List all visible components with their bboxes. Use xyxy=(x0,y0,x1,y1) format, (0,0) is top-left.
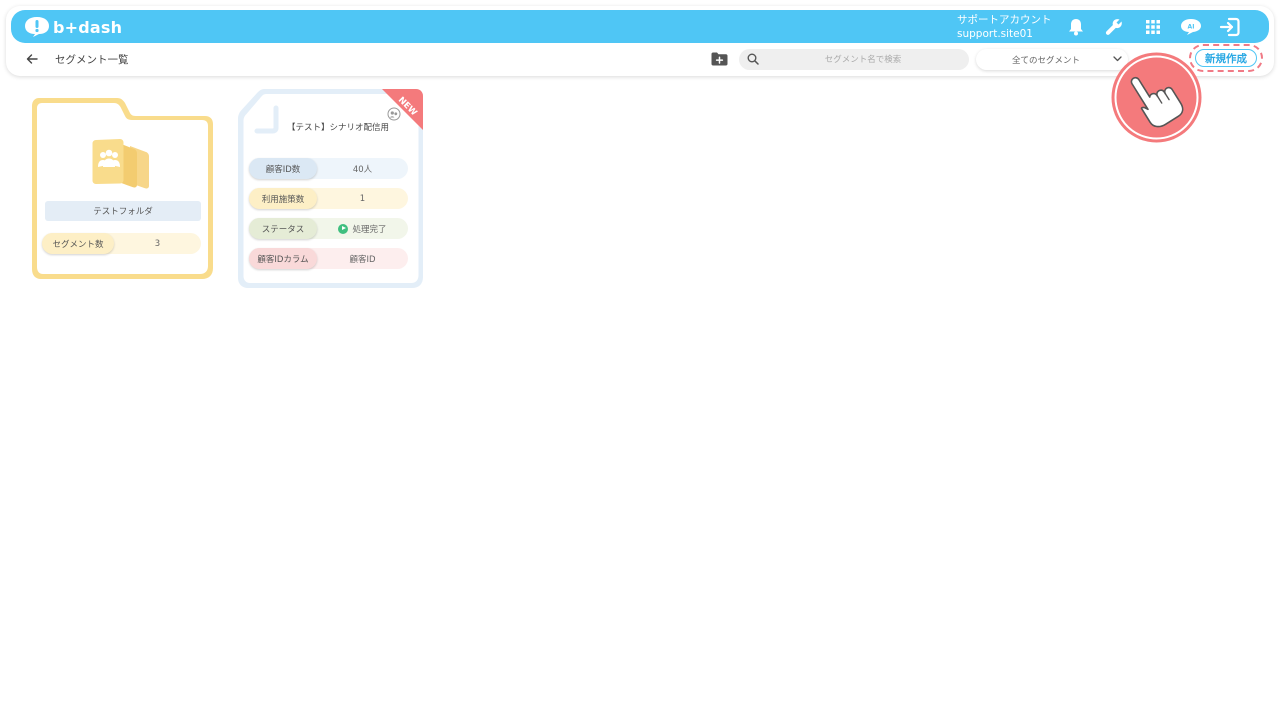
logo-bubble-icon xyxy=(25,17,49,37)
logo-text: b+dash xyxy=(53,17,123,37)
svg-text:AI: AI xyxy=(1188,24,1195,31)
folder-card[interactable] xyxy=(29,94,217,284)
segment-row-status: ステータス 処理完了 xyxy=(249,218,408,239)
segment-row-label: 利用施策数 xyxy=(249,188,317,209)
chat-icon[interactable]: AI xyxy=(1180,16,1202,38)
search-input[interactable] xyxy=(765,51,961,68)
add-folder-icon[interactable] xyxy=(711,52,728,66)
account-name: サポートアカウント xyxy=(957,14,1052,26)
segment-row-value: 40人 xyxy=(352,164,373,175)
folder-segment-count-row: セグメント数 3 xyxy=(42,233,201,254)
logo[interactable]: b+dash xyxy=(24,15,122,39)
segment-row-id-column: 顧客IDカラム 顧客ID xyxy=(249,248,408,269)
segment-row-value: 顧客ID xyxy=(349,254,376,265)
folder-stat-label: セグメント数 xyxy=(42,233,114,254)
account-id: support.site01 xyxy=(957,28,1033,40)
new-create-button[interactable]: 新規作成 xyxy=(1195,49,1257,67)
folder-stat-value: 3 xyxy=(154,238,161,249)
back-arrow-icon[interactable] xyxy=(26,53,38,65)
account-info[interactable]: サポートアカウント support.site01 xyxy=(957,13,1052,41)
page-title: セグメント一覧 xyxy=(55,54,129,66)
pointing-hand-icon xyxy=(1111,52,1202,143)
wrench-icon[interactable] xyxy=(1103,16,1125,38)
segment-filter-value: 全てのセグメント xyxy=(1011,56,1080,66)
segment-title: 【テスト】シナリオ配信用 xyxy=(287,123,390,133)
top-bar: b+dash サポートアカウント support.site01 AI xyxy=(11,10,1269,43)
play-icon xyxy=(338,223,349,234)
apps-grid-icon[interactable] xyxy=(1142,16,1164,38)
scenario-icon xyxy=(387,107,401,121)
folder-name: テストフォルダ xyxy=(45,201,201,221)
segment-row-label: 顧客IDカラム xyxy=(249,248,317,269)
segment-status: 処理完了 xyxy=(317,223,408,235)
bell-icon[interactable] xyxy=(1065,16,1087,38)
segment-row-campaign-count: 利用施策数 1 xyxy=(249,188,408,209)
segment-status-text: 処理完了 xyxy=(352,224,387,235)
segment-row-customer-count: 顧客ID数 40人 xyxy=(249,158,408,179)
segment-row-label: 顧客ID数 xyxy=(249,158,317,179)
segment-row-value: 1 xyxy=(359,193,366,204)
segment-filter-select[interactable]: 全てのセグメント xyxy=(976,49,1128,70)
search-icon xyxy=(747,53,759,65)
search-box xyxy=(739,49,969,70)
folder-stack-icon xyxy=(92,139,149,189)
segment-row-label: ステータス xyxy=(249,218,317,239)
logout-icon[interactable] xyxy=(1219,16,1241,38)
